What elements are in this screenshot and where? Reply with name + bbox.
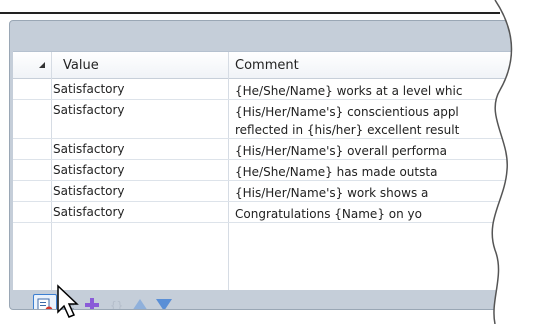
comments-grid: Value Comment Satisfactory {He/She/Name}… — [13, 51, 518, 290]
top-rule — [0, 12, 500, 14]
svg-text:{}: {} — [110, 299, 123, 310]
comment-line: reflected in {his/her} excellent result — [235, 123, 460, 137]
add-button[interactable] — [81, 294, 103, 309]
grid-header: Value Comment — [13, 52, 518, 79]
table-row[interactable]: Satisfactory Congratulations {Name} on y… — [13, 202, 518, 223]
column-header-value[interactable]: Value — [63, 58, 99, 73]
comment-bank-icon — [37, 298, 53, 309]
heading-fragment — [0, 0, 40, 8]
braces-button[interactable]: {} — [105, 294, 127, 310]
table-row[interactable]: Satisfactory {He/She/Name} works at a le… — [13, 79, 518, 100]
value-cell: Satisfactory — [53, 82, 125, 96]
mouse-pointer-icon — [57, 284, 79, 318]
table-row[interactable]: Satisfactory {His/Her/Name's} work shows… — [13, 181, 518, 202]
value-cell: Satisfactory — [53, 103, 125, 117]
comment-bank-button[interactable] — [33, 294, 57, 309]
comment-panel: Value Comment Satisfactory {He/She/Name}… — [9, 20, 522, 310]
table-row[interactable]: Satisfactory {He/She/Name} has made outs… — [13, 160, 518, 181]
move-up-button[interactable] — [129, 294, 151, 309]
value-cell: Satisfactory — [53, 205, 125, 219]
sort-indicator-icon[interactable] — [39, 62, 45, 68]
move-up-icon — [133, 299, 147, 309]
move-down-icon — [156, 299, 172, 309]
braces-icon: {} — [110, 299, 123, 310]
grid-toolbar: {} — [13, 293, 518, 310]
column-header-comment[interactable]: Comment — [235, 58, 299, 73]
value-cell: Satisfactory — [53, 184, 125, 198]
table-row[interactable]: Satisfactory {His/Her/Name's} conscienti… — [13, 100, 518, 139]
table-row[interactable]: Satisfactory {His/Her/Name's} overall pe… — [13, 139, 518, 160]
move-down-button[interactable] — [153, 294, 175, 309]
value-cell: Satisfactory — [53, 163, 125, 177]
torn-edge — [491, 0, 533, 324]
comment-line: {His/Her/Name's} conscientious appl — [235, 105, 459, 119]
add-icon — [85, 298, 99, 309]
value-cell: Satisfactory — [53, 142, 125, 156]
